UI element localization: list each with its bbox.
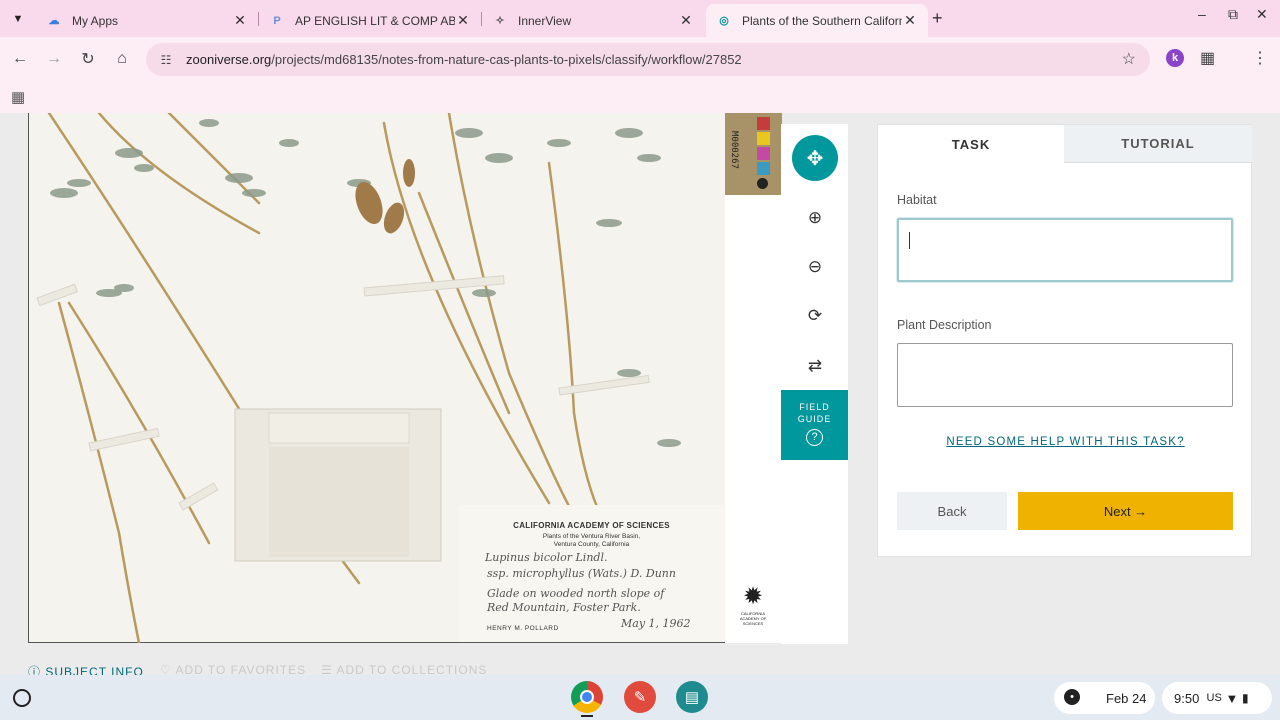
- extensions-puzzle-icon[interactable]: ▦: [1200, 48, 1215, 68]
- specimen-side-panel: [725, 195, 782, 643]
- text-caret: [909, 232, 910, 249]
- browser-toolbar: ← → ↻ ⌂ ☷ zooniverse.org /projects/md681…: [0, 37, 1280, 81]
- plant-description-field[interactable]: [897, 343, 1233, 407]
- extension-k-icon[interactable]: k: [1166, 49, 1184, 67]
- page-content: M000267 CALIFORNIA ACADEMY OF SCIENCES P…: [0, 113, 1280, 675]
- specimen-label: CALIFORNIA ACADEMY OF SCIENCES Plants of…: [459, 505, 724, 642]
- subject-info-label: SUBJECT INFO: [45, 665, 144, 675]
- info-icon: ⓘ: [28, 665, 46, 675]
- collections-label: ADD TO COLLECTIONS: [336, 663, 488, 675]
- zoom-in-icon[interactable]: ⊕: [803, 206, 827, 230]
- tab-search-chevron-icon[interactable]: ▼: [6, 7, 30, 31]
- tab-plants[interactable]: ◎ Plants of the Southern Californ ✕: [706, 4, 928, 37]
- shelf-locale: US: [1206, 692, 1222, 704]
- next-button[interactable]: Next →: [1018, 492, 1233, 530]
- label-date: May 1, 1962: [621, 617, 691, 630]
- tab-task[interactable]: TASK: [878, 125, 1064, 163]
- site-settings-icon[interactable]: ☷: [146, 53, 186, 67]
- color-calibration-bar: M000267: [725, 113, 782, 195]
- minimize-icon[interactable]: –: [1198, 6, 1206, 22]
- url-path: /projects/md68135/notes-from-nature-cas-…: [271, 52, 742, 67]
- back-button[interactable]: Back: [897, 492, 1007, 530]
- cloud-icon: ☁: [48, 15, 60, 27]
- add-to-favorites-link[interactable]: ♡ ADD TO FAVORITES: [160, 663, 306, 675]
- tab-ap-english[interactable]: P AP ENGLISH LIT & COMP ABC ✕: [259, 4, 481, 37]
- tab-title: AP ENGLISH LIT & COMP ABC: [295, 13, 455, 28]
- url-domain: zooniverse.org: [186, 52, 272, 67]
- list-icon: ☰: [321, 663, 337, 675]
- bookmark-star-icon[interactable]: ☆: [1122, 49, 1136, 69]
- add-to-collections-link[interactable]: ☰ ADD TO COLLECTIONS: [321, 663, 487, 675]
- notification-dot-icon: •: [1064, 689, 1080, 705]
- address-bar[interactable]: ☷ zooniverse.org /projects/md68135/notes…: [146, 43, 1150, 76]
- habitat-field[interactable]: [897, 218, 1233, 282]
- field-guide-label-2: GUIDE: [797, 414, 832, 424]
- label-institution: CALIFORNIA ACADEMY OF SCIENCES: [513, 521, 670, 530]
- p-logo-icon: P: [273, 14, 281, 27]
- shelf-date: Feb 24: [1106, 690, 1147, 706]
- classroom-app-icon[interactable]: ▤: [676, 681, 708, 713]
- restore-icon[interactable]: ⧉: [1228, 6, 1238, 23]
- more-menu-icon[interactable]: ⋮: [1252, 48, 1268, 68]
- favorites-label: ADD TO FAVORITES: [175, 663, 307, 675]
- zoom-out-icon[interactable]: ⊖: [803, 255, 827, 279]
- innerview-icon: ✧: [495, 15, 505, 27]
- back-arrow-icon[interactable]: ←: [9, 48, 31, 70]
- task-panel: TASK TUTORIAL Habitat Plant Description …: [877, 124, 1252, 557]
- rotate-icon[interactable]: ⟳: [803, 304, 827, 328]
- label-species: Lupinus bicolor Lindl.: [485, 551, 608, 564]
- field-guide-button[interactable]: FIELD GUIDE ?: [781, 390, 848, 460]
- forward-arrow-icon[interactable]: →: [43, 48, 65, 70]
- close-tab-icon[interactable]: ✕: [232, 12, 248, 29]
- cas-logo-text: CALIFORNIA ACADEMY OF SCIENCES: [739, 611, 767, 626]
- tab-strip: ▼ ☁ My Apps ✕ P AP ENGLISH LIT & COMP AB…: [0, 0, 1280, 37]
- tab-my-apps[interactable]: ☁ My Apps ✕: [36, 4, 258, 37]
- label-collector: HENRY M. POLLARD: [487, 625, 559, 632]
- plant-description-label: Plant Description: [897, 318, 992, 332]
- zooniverse-icon: ◎: [719, 15, 729, 27]
- launcher-icon[interactable]: [13, 689, 31, 707]
- close-tab-icon[interactable]: ✕: [678, 12, 694, 29]
- close-window-icon[interactable]: ✕: [1256, 6, 1268, 23]
- reset-icon[interactable]: ⇄: [803, 354, 827, 378]
- cas-sun-icon: ✹: [742, 583, 764, 610]
- battery-icon: ▮: [1241, 691, 1249, 705]
- reload-icon[interactable]: ↻: [77, 48, 99, 70]
- heart-icon: ♡: [160, 663, 176, 675]
- label-habitat-line2: Red Mountain, Foster Park.: [487, 601, 641, 614]
- subject-info-link[interactable]: ⓘ SUBJECT INFO: [28, 663, 144, 675]
- wifi-icon: ▼: [1225, 690, 1239, 706]
- apps-grid-icon[interactable]: ▦: [11, 88, 25, 106]
- pan-move-icon[interactable]: ✥: [792, 135, 838, 181]
- specimen-barcode: M000267: [729, 131, 739, 169]
- shelf-time: 9:50: [1174, 690, 1200, 706]
- tab-innerview[interactable]: ✧ InnerView ✕: [482, 4, 704, 37]
- close-tab-icon[interactable]: ✕: [455, 12, 471, 29]
- label-line1: Plants of the Ventura River Basin,: [542, 533, 641, 540]
- help-link[interactable]: NEED SOME HELP WITH THIS TASK?: [878, 436, 1253, 448]
- field-guide-label-1: FIELD: [799, 402, 830, 412]
- home-icon[interactable]: ⌂: [111, 48, 133, 70]
- new-tab-icon[interactable]: +: [932, 8, 943, 29]
- close-tab-icon[interactable]: ✕: [902, 12, 918, 29]
- tab-title: My Apps: [72, 13, 119, 28]
- help-circle-icon: ?: [806, 429, 823, 446]
- habitat-label: Habitat: [897, 193, 937, 207]
- chrome-app-icon[interactable]: [571, 681, 603, 713]
- tab-tutorial[interactable]: TUTORIAL: [1064, 125, 1252, 163]
- label-subspecies: ssp. microphyllus (Wats.) D. Dunn: [487, 567, 676, 580]
- image-tools: ✥ ⊕ ⊖ ⟳ ⇄ FIELD GUIDE ?: [781, 124, 848, 644]
- bookmarks-bar: ▦: [0, 81, 1280, 113]
- subject-image[interactable]: M000267 CALIFORNIA ACADEMY OF SCIENCES P…: [28, 113, 782, 643]
- label-line2: Ventura County, California: [553, 541, 630, 548]
- label-habitat-line1: Glade on wooded north slope of: [487, 587, 665, 600]
- cas-logo: ✹ CALIFORNIA ACADEMY OF SCIENCES: [735, 583, 771, 626]
- tab-title: InnerView: [518, 13, 572, 28]
- tab-title: Plants of the Southern Californ: [742, 13, 902, 28]
- status-tray[interactable]: 9:50 US ▼ ▮: [1162, 682, 1272, 714]
- canvas-app-icon[interactable]: ✎: [624, 681, 656, 713]
